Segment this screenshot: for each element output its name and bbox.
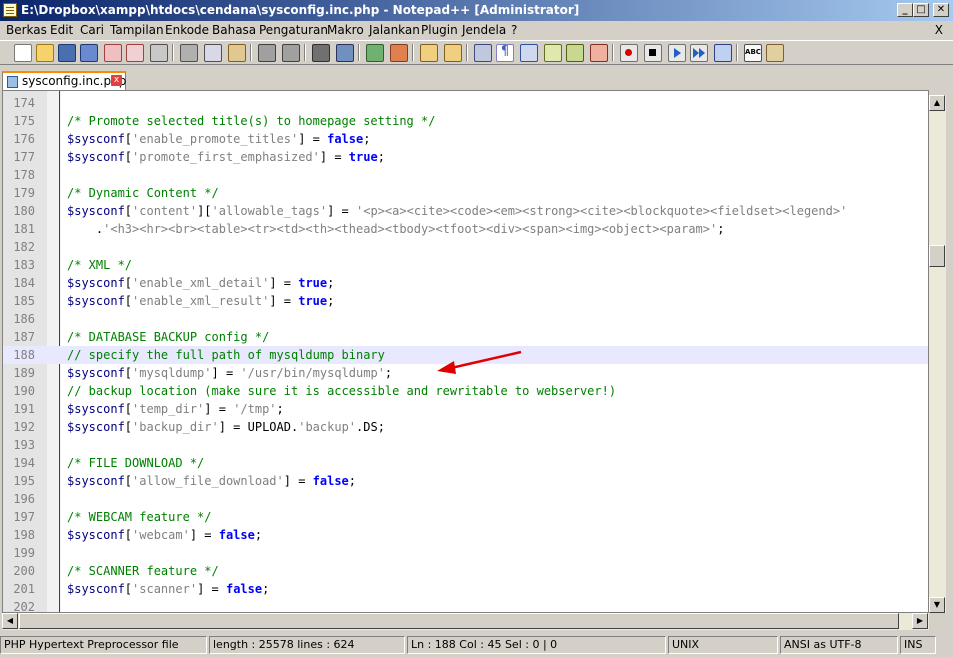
scroll-up-icon[interactable]: ▲ bbox=[929, 95, 945, 111]
print-icon[interactable] bbox=[150, 44, 168, 62]
toolbar-separator bbox=[612, 44, 614, 61]
toolbar-separator bbox=[358, 44, 360, 61]
close-icon[interactable] bbox=[104, 44, 122, 62]
menu-bahasa[interactable]: Bahasa bbox=[212, 23, 256, 37]
maximize-button[interactable]: □ bbox=[913, 3, 929, 17]
scroll-right-icon[interactable]: ▶ bbox=[912, 613, 928, 629]
scroll-down-icon[interactable]: ▼ bbox=[929, 597, 945, 613]
horizontal-scroll-thumb[interactable] bbox=[19, 613, 899, 629]
toolbar-separator bbox=[412, 44, 414, 61]
new-file-icon[interactable] bbox=[14, 44, 32, 62]
toolbar-separator bbox=[736, 44, 738, 61]
toolbar-separator bbox=[304, 44, 306, 61]
save-icon[interactable] bbox=[58, 44, 76, 62]
show-all-chars-icon[interactable]: ¶ bbox=[496, 44, 514, 62]
menu-edit[interactable]: Edit bbox=[50, 23, 73, 37]
status-encoding: ANSI as UTF-8 bbox=[780, 636, 898, 654]
menu-enkode[interactable]: Enkode bbox=[165, 23, 209, 37]
menu-cari[interactable]: Cari bbox=[80, 23, 104, 37]
spellcheck-icon[interactable]: ABC bbox=[744, 44, 762, 62]
menu-berkas[interactable]: Berkas bbox=[6, 23, 47, 37]
window-title: E:\Dropbox\xampp\htdocs\cendana\sysconfi… bbox=[21, 3, 580, 17]
tab-sysconfig[interactable]: sysconfig.inc.php x bbox=[2, 71, 126, 90]
status-position: Ln : 188 Col : 45 Sel : 0 | 0 bbox=[407, 636, 666, 654]
status-eol: UNIX bbox=[668, 636, 778, 654]
doc-map-icon[interactable] bbox=[544, 44, 562, 62]
cut-icon[interactable] bbox=[180, 44, 198, 62]
play-macro-icon[interactable] bbox=[668, 44, 686, 62]
copy-icon[interactable] bbox=[204, 44, 222, 62]
save-all-icon[interactable] bbox=[80, 44, 98, 62]
horizontal-scrollbar[interactable]: ◀ ▶ bbox=[2, 613, 929, 630]
folder-icon[interactable] bbox=[590, 44, 608, 62]
status-filetype: PHP Hypertext Preprocessor file bbox=[0, 636, 207, 654]
menu-pengaturan[interactable]: Pengaturan bbox=[259, 23, 328, 37]
title-bar: E:\Dropbox\xampp\htdocs\cendana\sysconfi… bbox=[0, 0, 953, 21]
paste-icon[interactable] bbox=[228, 44, 246, 62]
menu-jendela[interactable]: Jendela bbox=[462, 23, 506, 37]
run-macro-multiple-icon[interactable] bbox=[690, 44, 708, 62]
tab-bar: sysconfig.inc.php x bbox=[0, 66, 953, 90]
function-list-icon[interactable] bbox=[566, 44, 584, 62]
menu-bar: Berkas Edit Cari Tampilan Enkode Bahasa … bbox=[0, 21, 953, 40]
replace-icon[interactable] bbox=[336, 44, 354, 62]
minimize-button[interactable]: _ bbox=[897, 3, 913, 17]
zoom-in-icon[interactable] bbox=[366, 44, 384, 62]
stop-macro-icon[interactable] bbox=[644, 44, 662, 62]
toolbar-separator bbox=[250, 44, 252, 61]
word-wrap-icon[interactable] bbox=[474, 44, 492, 62]
scroll-left-icon[interactable]: ◀ bbox=[2, 613, 18, 629]
file-icon bbox=[7, 76, 18, 88]
code-editor[interactable]: 174 175/* Promote selected title(s) to ho… bbox=[2, 90, 929, 613]
sync-v-icon[interactable] bbox=[420, 44, 438, 62]
record-macro-icon[interactable] bbox=[620, 44, 638, 62]
status-mode: INS bbox=[900, 636, 936, 654]
sync-h-icon[interactable] bbox=[444, 44, 462, 62]
menu-help[interactable]: ? bbox=[511, 23, 517, 37]
toolbar: ¶ ABC bbox=[0, 40, 953, 65]
close-all-icon[interactable] bbox=[126, 44, 144, 62]
menu-jalankan[interactable]: Jalankan bbox=[369, 23, 420, 37]
toolbar-separator bbox=[172, 44, 174, 61]
find-icon[interactable] bbox=[312, 44, 330, 62]
vertical-scroll-thumb[interactable] bbox=[929, 245, 945, 267]
status-bar: PHP Hypertext Preprocessor file length :… bbox=[0, 634, 953, 657]
menu-plugin[interactable]: Plugin bbox=[421, 23, 458, 37]
notepad-app-icon[interactable] bbox=[3, 3, 17, 17]
menu-close-doc-button[interactable]: X bbox=[935, 23, 943, 37]
annotation-arrow bbox=[437, 350, 522, 374]
toolbar-separator bbox=[466, 44, 468, 61]
zoom-out-icon[interactable] bbox=[390, 44, 408, 62]
undo-icon[interactable] bbox=[258, 44, 276, 62]
vertical-scrollbar[interactable]: ▲ ▼ bbox=[929, 95, 946, 613]
menu-tampilan[interactable]: Tampilan bbox=[110, 23, 164, 37]
menu-makro[interactable]: Makro bbox=[327, 23, 364, 37]
save-macro-icon[interactable] bbox=[714, 44, 732, 62]
indent-guide-icon[interactable] bbox=[520, 44, 538, 62]
close-window-button[interactable]: ✕ bbox=[933, 3, 949, 17]
tab-close-button[interactable]: x bbox=[111, 75, 122, 86]
redo-icon[interactable] bbox=[282, 44, 300, 62]
status-length: length : 25578 lines : 624 bbox=[209, 636, 405, 654]
open-file-icon[interactable] bbox=[36, 44, 54, 62]
extra-icon[interactable] bbox=[766, 44, 784, 62]
